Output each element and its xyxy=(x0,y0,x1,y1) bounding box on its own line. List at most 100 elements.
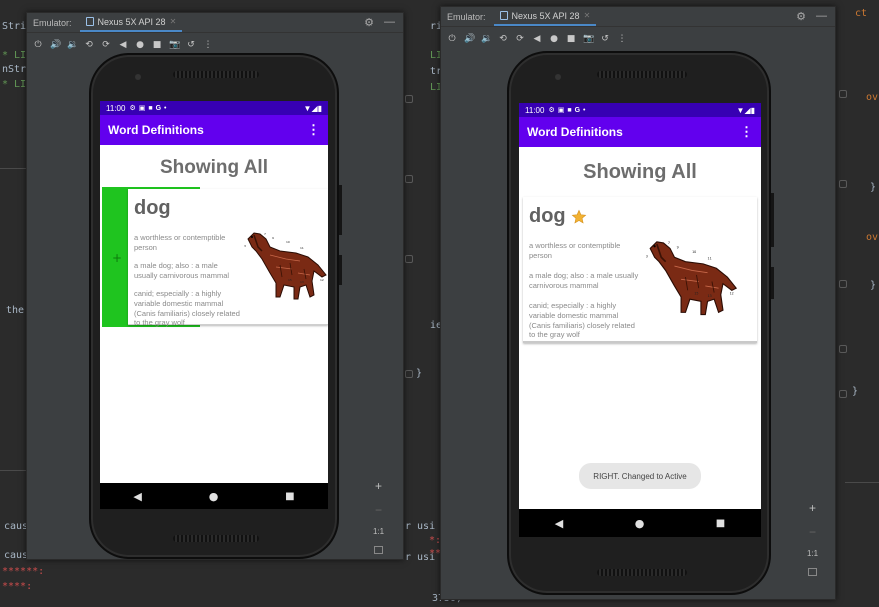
nav-home-button[interactable]: ● xyxy=(209,490,219,503)
gutter-fold-marker xyxy=(839,280,847,288)
app-bar: Word Definitions ⋮ xyxy=(519,117,761,147)
word-card[interactable]: dog a worthless or contemptible person a… xyxy=(128,189,328,327)
back-icon[interactable]: ◀ xyxy=(118,40,128,50)
device-tab[interactable]: Nexus 5X API 28 ✕ xyxy=(493,8,597,26)
dot-notification-icon: • xyxy=(583,106,586,114)
code-fragment: * LI xyxy=(2,50,27,61)
undo-icon[interactable]: ↺ xyxy=(600,34,610,44)
google-notification-icon: G xyxy=(155,104,162,112)
volume-up-icon[interactable]: 🔊 xyxy=(464,34,475,44)
power-button xyxy=(771,267,774,299)
speaker-bottom xyxy=(173,535,259,542)
phone-frame: 11:00 ⚙ ▣ ■ G • ▼◢▮ Word Definitions ⋮ S… xyxy=(89,53,342,559)
svg-text:12: 12 xyxy=(730,292,734,296)
nav-recent-button[interactable]: ■ xyxy=(285,491,294,502)
rotate-right-icon[interactable]: ⟳ xyxy=(101,40,111,50)
code-fragment: * LI xyxy=(2,79,27,90)
zoom-out-button[interactable]: − xyxy=(809,525,816,539)
add-icon: + xyxy=(112,251,123,265)
page-heading: Showing All xyxy=(583,161,697,183)
emulator-window: Emulator: Nexus 5X API 28 ✕ ⚙ — ⏻ 🔊 🔉 ⟲ … xyxy=(440,6,836,600)
code-fragment: Stri xyxy=(2,21,27,32)
dog-illustration: 7 9 10 11 3 15 13 12 xyxy=(646,241,738,316)
word-title: dog xyxy=(529,205,566,227)
code-fragment: ov xyxy=(866,232,879,243)
overflow-menu-icon[interactable]: ⋮ xyxy=(740,124,753,140)
svg-text:10: 10 xyxy=(286,240,290,244)
code-fragment: ******: xyxy=(2,566,45,577)
android-nav-bar: ◀ ● ■ xyxy=(519,509,761,537)
camera-icon[interactable]: 📷 xyxy=(169,40,180,50)
code-fragment: nStr xyxy=(2,64,27,75)
more-icon[interactable]: ⋮ xyxy=(203,40,213,50)
nav-home-button[interactable]: ● xyxy=(635,517,645,530)
phone-frame: 11:00 ⚙ ▣ ■ G • ▼◢▮ Word Definitions ⋮ S… xyxy=(507,51,774,595)
nav-recent-button[interactable]: ■ xyxy=(716,518,725,529)
close-icon[interactable]: ✕ xyxy=(170,17,177,26)
star-icon[interactable] xyxy=(571,209,587,225)
camera-icon[interactable]: 📷 xyxy=(583,34,594,44)
battery-icon: ▮ xyxy=(317,103,322,113)
home-icon[interactable]: ● xyxy=(135,40,145,50)
volume-up-icon[interactable]: 🔊 xyxy=(50,40,61,50)
overview-icon[interactable]: ■ xyxy=(152,40,162,50)
storage-notification-icon: ■ xyxy=(148,104,153,112)
fit-screen-icon[interactable] xyxy=(374,546,384,554)
svg-text:3: 3 xyxy=(646,254,648,258)
emulator-title-bar: Emulator: Nexus 5X API 28 ✕ ⚙ — xyxy=(27,13,403,33)
code-fragment: } xyxy=(416,368,423,379)
home-icon[interactable]: ● xyxy=(549,34,559,44)
zoom-in-button[interactable]: + xyxy=(375,479,382,493)
undo-icon[interactable]: ↺ xyxy=(186,40,196,50)
rotate-left-icon[interactable]: ⟲ xyxy=(84,40,94,50)
minimize-icon[interactable]: — xyxy=(384,16,395,29)
fit-screen-icon[interactable] xyxy=(808,568,818,576)
emulator-toolbar: ⏻ 🔊 🔉 ⟲ ⟳ ◀ ● ■ 📷 ↺ ⋮ xyxy=(441,28,835,50)
svg-text:15: 15 xyxy=(694,292,698,296)
android-nav-bar: ◀ ● ■ xyxy=(100,483,328,509)
front-camera xyxy=(555,74,561,80)
zoom-out-button[interactable]: − xyxy=(375,503,382,517)
overview-icon[interactable]: ■ xyxy=(566,34,576,44)
definition-1: a worthless or contemptible person xyxy=(529,241,621,260)
close-icon[interactable]: ✕ xyxy=(584,11,591,20)
svg-text:12: 12 xyxy=(320,278,324,282)
zoom-controls: + − 1:1 xyxy=(373,479,384,554)
definition-1: a worthless or contemptible person xyxy=(134,233,226,252)
zoom-in-button[interactable]: + xyxy=(809,501,816,515)
gear-icon[interactable]: ⚙ xyxy=(796,10,806,23)
divider xyxy=(845,482,879,483)
back-icon[interactable]: ◀ xyxy=(532,34,542,44)
code-fragment: caus xyxy=(4,521,29,532)
nav-back-button[interactable]: ◀ xyxy=(133,490,141,503)
word-card[interactable]: dog a worthless or contemptible person a… xyxy=(523,197,757,343)
power-icon[interactable]: ⏻ xyxy=(447,34,457,44)
minimize-icon[interactable]: — xyxy=(816,10,827,23)
device-icon xyxy=(499,11,508,20)
zoom-ratio-button[interactable]: 1:1 xyxy=(373,527,384,536)
nav-back-button[interactable]: ◀ xyxy=(555,517,563,530)
gutter-fold-marker xyxy=(405,95,413,103)
phone-screen: 11:00 ⚙ ▣ ■ G • ▼◢▮ Word Definitions ⋮ S… xyxy=(519,103,761,537)
gear-icon[interactable]: ⚙ xyxy=(364,16,374,29)
speaker-top xyxy=(597,71,687,78)
rotate-left-icon[interactable]: ⟲ xyxy=(498,34,508,44)
volume-down-icon[interactable]: 🔉 xyxy=(67,40,78,50)
svg-text:15: 15 xyxy=(288,278,292,282)
device-tab-label: Nexus 5X API 28 xyxy=(511,10,580,21)
app-title: Word Definitions xyxy=(527,125,623,139)
device-tab[interactable]: Nexus 5X API 28 ✕ xyxy=(79,14,183,32)
rotate-right-icon[interactable]: ⟳ xyxy=(515,34,525,44)
svg-text:7: 7 xyxy=(264,232,266,236)
more-icon[interactable]: ⋮ xyxy=(617,34,627,44)
volume-down-icon[interactable]: 🔉 xyxy=(481,34,492,44)
code-fragment: } xyxy=(870,182,877,193)
power-icon[interactable]: ⏻ xyxy=(33,40,43,50)
zoom-ratio-button[interactable]: 1:1 xyxy=(807,549,818,558)
volume-button xyxy=(771,193,774,247)
front-camera xyxy=(135,74,141,80)
settings-notification-icon: ⚙ xyxy=(548,107,555,114)
gutter-fold-marker xyxy=(405,370,413,378)
overflow-menu-icon[interactable]: ⋮ xyxy=(307,122,320,138)
code-fragment: } xyxy=(870,280,877,291)
